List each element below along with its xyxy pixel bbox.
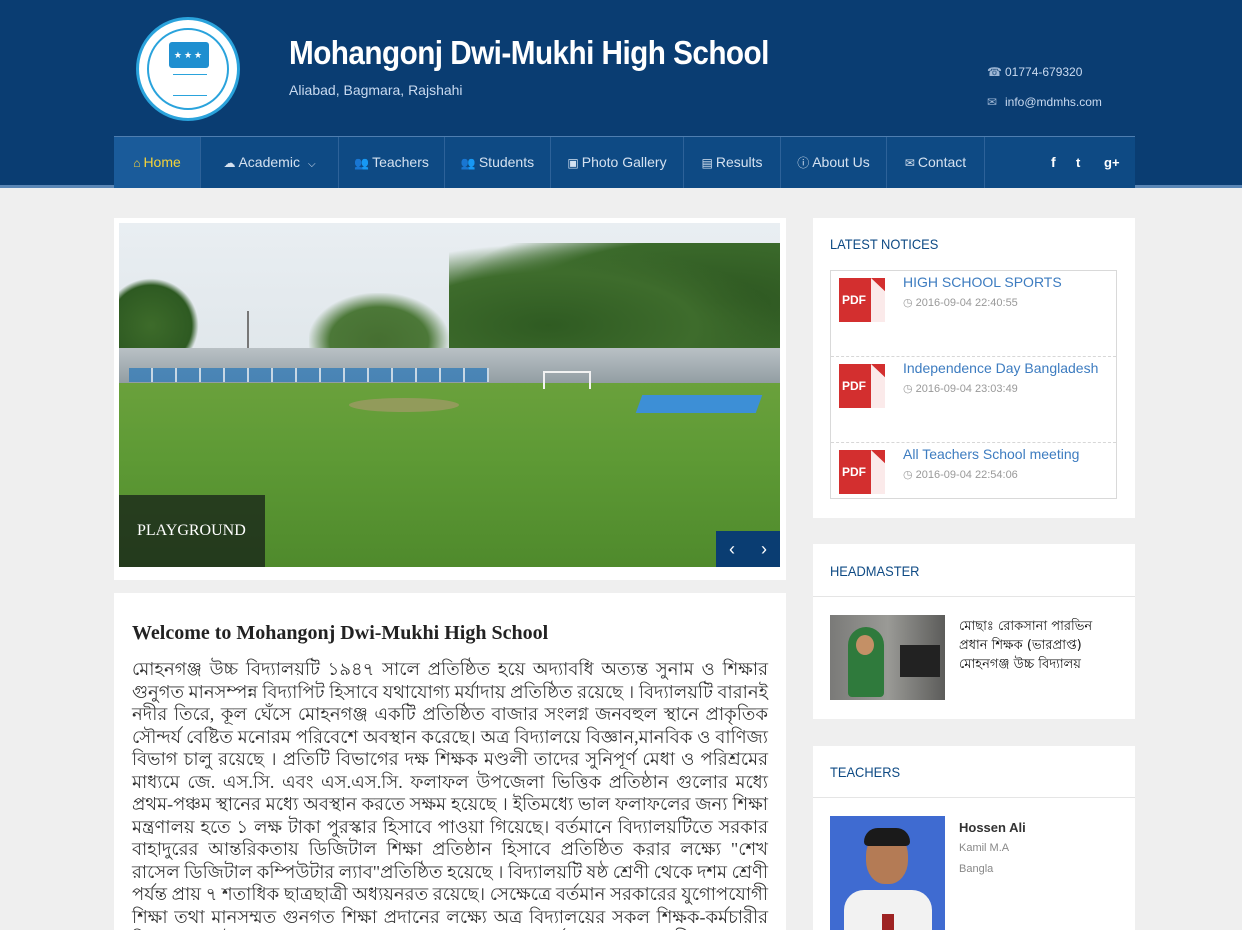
clock-icon: ◷ bbox=[903, 469, 916, 481]
nav-results[interactable]: ▤ Results bbox=[684, 137, 781, 188]
photo-tie bbox=[882, 914, 894, 930]
main-navigation: ⌂ Home ☁ Academic ⌵ 👥 Teachers 👥 Students ▣ Ph… bbox=[114, 136, 1135, 188]
headmaster-info: মোছাঃ রোকসানা পারভিন প্রধান শিক্ষক (ভারপ… bbox=[959, 617, 1119, 674]
notice-item[interactable]: PDF Independence Day Bangladesh ◷ 2016-0… bbox=[831, 357, 1116, 443]
slider-controls: ‹ › bbox=[716, 531, 780, 567]
headmaster-photo[interactable] bbox=[830, 615, 945, 700]
nav-home-label: Home bbox=[143, 154, 181, 170]
school-logo[interactable]: ★★★ bbox=[136, 17, 240, 121]
cloud-icon: ☁ bbox=[223, 156, 236, 170]
envelope-icon: ✉ bbox=[987, 95, 998, 109]
teacher-subject: Bangla bbox=[959, 863, 994, 875]
nav-contact[interactable]: ✉ Contact bbox=[887, 137, 985, 188]
nav-about-us-label: About Us bbox=[812, 154, 870, 170]
image-slider[interactable]: PLAYGROUND ‹ › bbox=[119, 223, 780, 567]
phone-contact: ☎ 01774-679320 bbox=[987, 65, 1082, 79]
clock-icon: ◷ bbox=[903, 297, 916, 309]
nav-photo-gallery-label: Photo Gallery bbox=[581, 154, 667, 170]
nav-contact-label: Contact bbox=[917, 154, 967, 170]
teacher-qualification: Kamil M.A bbox=[959, 842, 1010, 854]
notices-list: PDF HIGH SCHOOL SPORTS ◷ 2016-09-04 22:4… bbox=[830, 270, 1117, 499]
teacher-name[interactable]: Hossen Ali bbox=[959, 820, 1026, 835]
site-subtitle: Aliabad, Bagmara, Rajshahi bbox=[289, 82, 463, 98]
notice-item[interactable]: PDF HIGH SCHOOL SPORTS ◷ 2016-09-04 22:4… bbox=[831, 271, 1116, 357]
phone-icon: ☎ bbox=[987, 65, 1002, 79]
nav-academic-label: Academic bbox=[238, 154, 300, 170]
pdf-icon: PDF bbox=[839, 278, 885, 322]
nav-students-label: Students bbox=[478, 154, 535, 170]
facebook-icon[interactable]: f bbox=[1051, 137, 1056, 188]
pdf-icon: PDF bbox=[839, 450, 885, 494]
slide-banners bbox=[129, 368, 489, 382]
notice-date-text: 2016-09-04 23:03:49 bbox=[915, 383, 1018, 395]
teachers-heading: TEACHERS bbox=[830, 764, 901, 780]
slide-tarp bbox=[635, 395, 763, 413]
twitter-icon[interactable]: t bbox=[1076, 137, 1080, 188]
users-icon: 👥 bbox=[354, 156, 370, 170]
email-contact: ✉ info@mdmhs.com bbox=[987, 95, 1102, 109]
notice-title[interactable]: Independence Day Bangladesh bbox=[903, 360, 1098, 376]
email-address[interactable]: info@mdmhs.com bbox=[1005, 95, 1102, 109]
users-icon: 👥 bbox=[460, 156, 476, 170]
photo-face bbox=[856, 635, 874, 655]
notice-date: ◷ 2016-09-04 23:03:49 bbox=[903, 382, 1018, 395]
notices-heading: LATEST NOTICES bbox=[830, 236, 939, 252]
notice-date-text: 2016-09-04 22:40:55 bbox=[915, 297, 1018, 309]
notice-date: ◷ 2016-09-04 22:40:55 bbox=[903, 296, 1018, 309]
nav-teachers[interactable]: 👥 Teachers bbox=[339, 137, 445, 188]
welcome-text: মোহনগঞ্জ উচ্চ বিদ্যালয়টি ১৯৪৭ সালে প্রত… bbox=[132, 659, 768, 930]
notice-date-text: 2016-09-04 22:54:06 bbox=[915, 469, 1018, 481]
nav-results-label: Results bbox=[715, 154, 763, 170]
nav-teachers-label: Teachers bbox=[372, 154, 429, 170]
phone-number: 01774-679320 bbox=[1005, 65, 1083, 79]
photo-monitor bbox=[900, 645, 940, 677]
logo-text-band bbox=[173, 74, 207, 96]
headmaster-heading: HEADMASTER bbox=[830, 563, 920, 579]
pdf-icon: PDF bbox=[839, 364, 885, 408]
divider bbox=[813, 797, 1135, 798]
slider-next-button[interactable]: › bbox=[748, 531, 780, 567]
chevron-down-icon: ⌵ bbox=[307, 159, 316, 170]
book-icon: ▤ bbox=[701, 156, 713, 170]
home-icon: ⌂ bbox=[133, 156, 141, 170]
nav-about-us[interactable]: ⓘ About Us bbox=[781, 137, 887, 188]
photo-hair bbox=[864, 828, 910, 846]
nav-students[interactable]: 👥 Students bbox=[445, 137, 551, 188]
nav-photo-gallery[interactable]: ▣ Photo Gallery bbox=[551, 137, 684, 188]
welcome-title: Welcome to Mohangonj Dwi-Mukhi High Scho… bbox=[132, 622, 549, 644]
headmaster-school: মোহনগঞ্জ উচ্চ বিদ্যালয় bbox=[959, 657, 1081, 672]
notice-title[interactable]: All Teachers School meeting bbox=[903, 446, 1079, 462]
envelope-icon: ✉ bbox=[904, 156, 915, 170]
clock-icon: ◷ bbox=[903, 383, 916, 395]
slide-dirt-patch bbox=[349, 398, 459, 412]
notice-date: ◷ 2016-09-04 22:54:06 bbox=[903, 468, 1018, 481]
teacher-photo[interactable] bbox=[830, 816, 945, 930]
logo-ring bbox=[147, 28, 229, 110]
site-header: ★★★ Mohangonj Dwi-Mukhi High School Alia… bbox=[0, 0, 1242, 188]
nav-home[interactable]: ⌂ Home bbox=[114, 137, 201, 188]
slide-caption: PLAYGROUND bbox=[119, 495, 265, 567]
info-icon: ⓘ bbox=[797, 156, 810, 170]
logo-shield-icon: ★★★ bbox=[169, 42, 209, 68]
slider-prev-button[interactable]: ‹ bbox=[716, 531, 748, 567]
nav-academic[interactable]: ☁ Academic ⌵ bbox=[201, 137, 339, 188]
google-plus-icon[interactable]: g+ bbox=[1104, 137, 1120, 188]
image-icon: ▣ bbox=[567, 156, 579, 170]
headmaster-designation: প্রধান শিক্ষক (ভারপ্রাপ্ত) bbox=[959, 638, 1082, 653]
slide-goal-post bbox=[543, 371, 591, 389]
notice-item[interactable]: PDF All Teachers School meeting ◷ 2016-0… bbox=[831, 443, 1116, 529]
headmaster-name: মোছাঃ রোকসানা পারভিন bbox=[959, 619, 1093, 634]
site-title[interactable]: Mohangonj Dwi-Mukhi High School bbox=[289, 34, 769, 72]
notice-title[interactable]: HIGH SCHOOL SPORTS bbox=[903, 274, 1062, 290]
divider bbox=[813, 596, 1135, 597]
